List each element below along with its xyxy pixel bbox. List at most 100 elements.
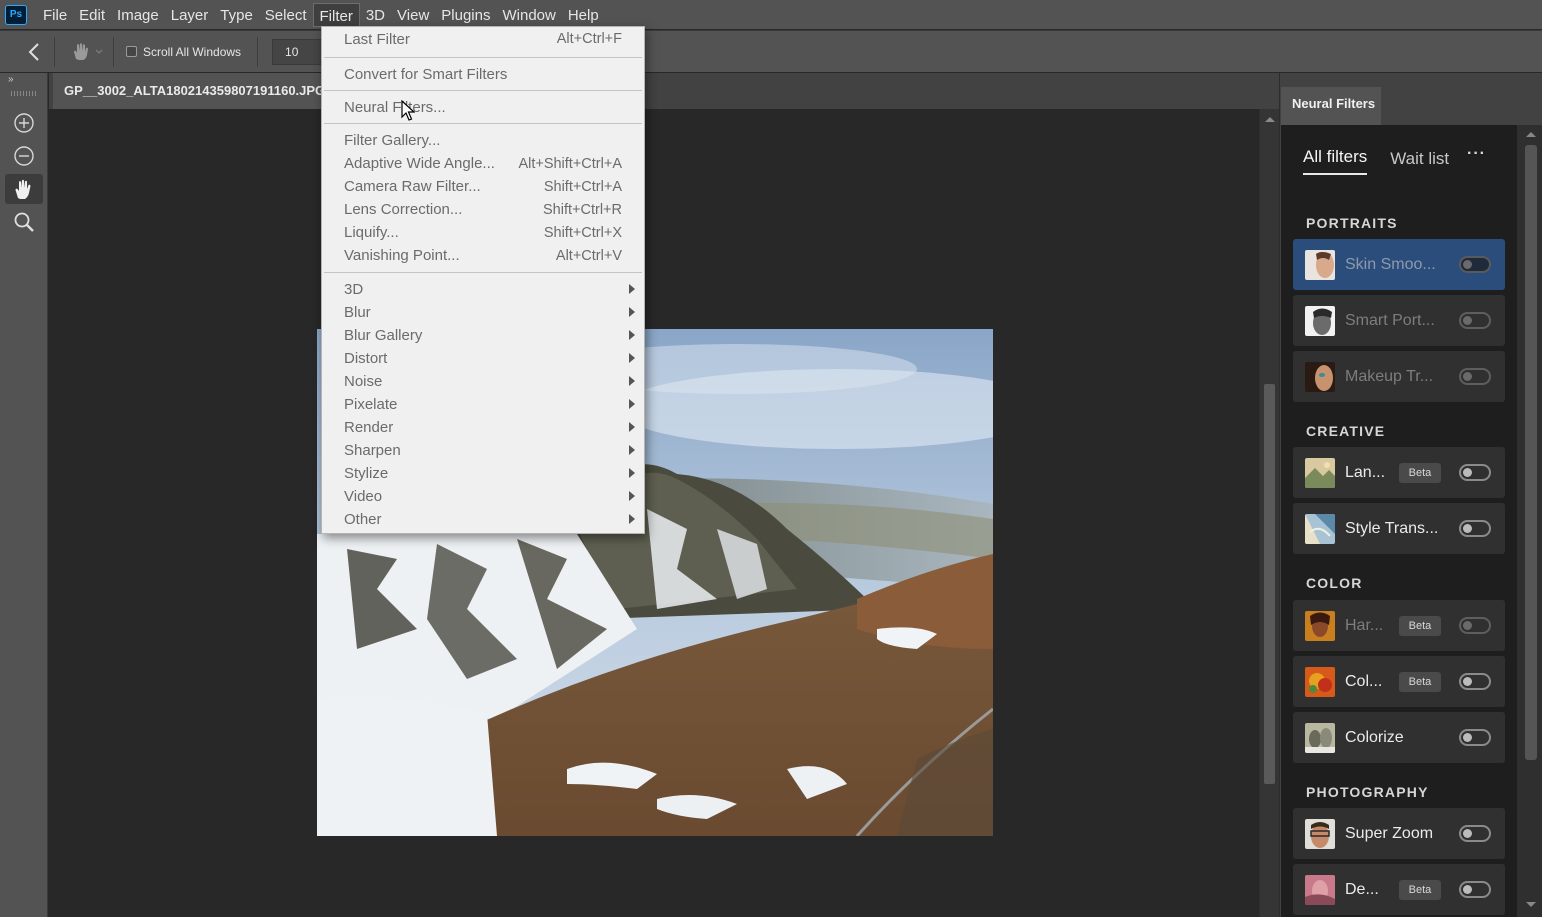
menu-item-shortcut: Alt+Shift+Ctrl+A (518, 155, 622, 172)
filter-toggle[interactable] (1459, 617, 1491, 634)
filter-name: Lan... (1345, 463, 1386, 481)
filter-toggle[interactable] (1459, 256, 1491, 273)
options-bar: Scroll All Windows 10 (0, 30, 1542, 72)
hand-tool-preset-icon[interactable] (63, 32, 113, 72)
menu-plugins[interactable]: Plugins (435, 3, 496, 27)
menu-edit[interactable]: Edit (73, 3, 111, 27)
menu-convert-smart-filters[interactable]: Convert for Smart Filters (322, 63, 644, 85)
scroll-all-windows-option[interactable]: Scroll All Windows (126, 45, 241, 59)
menu-select[interactable]: Select (259, 3, 313, 27)
panel-scrollbar[interactable] (1517, 125, 1542, 917)
filter-harmonization[interactable]: Har... Beta (1293, 600, 1505, 651)
menu-3d[interactable]: 3D (360, 3, 391, 27)
menu-item-label: Stylize (344, 465, 389, 482)
submenu-other[interactable]: Other (322, 508, 644, 531)
filter-toggle[interactable] (1459, 368, 1491, 385)
section-portraits: PORTRAITS (1306, 215, 1398, 231)
submenu-arrow-icon (629, 330, 635, 340)
menu-item-shortcut: Shift+Ctrl+X (543, 224, 622, 241)
submenu-stylize[interactable]: Stylize (322, 462, 644, 485)
menu-item-label: Noise (344, 373, 383, 390)
menu-item-label: Neural Filters... (344, 98, 446, 116)
mouse-cursor-icon (401, 100, 415, 121)
toolbar-grip[interactable] (10, 91, 37, 96)
menu-last-filter[interactable]: Last Filter Alt+Ctrl+F (322, 29, 644, 49)
submenu-pixelate[interactable]: Pixelate (322, 393, 644, 416)
scroll-all-checkbox[interactable] (126, 46, 137, 57)
menu-item-label: 3D (344, 281, 364, 298)
menu-type[interactable]: Type (214, 3, 259, 27)
scroll-up-arrow-icon[interactable] (1265, 117, 1275, 122)
filter-toggle[interactable] (1459, 673, 1491, 690)
menu-item-shortcut: Alt+Ctrl+F (556, 31, 622, 47)
filter-color-transfer[interactable]: Col... Beta (1293, 656, 1505, 707)
filter-super-zoom[interactable]: Super Zoom (1293, 808, 1505, 859)
panel-tab-bar: Neural Filters (1280, 73, 1542, 125)
menu-filter-gallery[interactable]: Filter Gallery... (322, 129, 644, 152)
menu-lens-correction[interactable]: Lens Correction... Shift+Ctrl+R (322, 198, 644, 221)
submenu-arrow-icon (629, 284, 635, 294)
hand-tool-icon[interactable] (5, 174, 43, 204)
menu-file[interactable]: File (37, 3, 73, 27)
menu-neural-filters[interactable]: Neural Filters... (322, 96, 644, 118)
filter-skin-smoothing[interactable]: Skin Smoo... (1293, 239, 1505, 290)
filter-toggle[interactable] (1459, 825, 1491, 842)
tab-all-filters[interactable]: All filters (1303, 147, 1368, 175)
submenu-video[interactable]: Video (322, 485, 644, 508)
menu-camera-raw-filter[interactable]: Camera Raw Filter... Shift+Ctrl+A (322, 175, 644, 198)
submenu-noise[interactable]: Noise (322, 370, 644, 393)
menu-separator (324, 57, 642, 58)
submenu-blur[interactable]: Blur (322, 301, 644, 324)
filter-name: Skin Smoo... (1345, 255, 1436, 273)
filter-toggle[interactable] (1459, 464, 1491, 481)
filter-toggle[interactable] (1459, 312, 1491, 329)
submenu-arrow-icon (629, 468, 635, 478)
toolbar-collapse-icon[interactable]: » (0, 73, 47, 87)
menu-adaptive-wide-angle[interactable]: Adaptive Wide Angle... Alt+Shift+Ctrl+A (322, 152, 644, 175)
filter-smart-portrait[interactable]: Smart Port... (1293, 295, 1505, 346)
submenu-blur-gallery[interactable]: Blur Gallery (322, 324, 644, 347)
zoom-percent-field[interactable]: 10 (272, 38, 323, 65)
submenu-distort[interactable]: Distort (322, 347, 644, 370)
submenu-sharpen[interactable]: Sharpen (322, 439, 644, 462)
landscape-mixer-thumbnail-icon (1305, 457, 1335, 488)
filter-makeup-transfer[interactable]: Makeup Tr... (1293, 351, 1505, 402)
menu-item-label: Filter Gallery... (344, 132, 441, 149)
scrollbar-thumb[interactable] (1264, 384, 1275, 784)
scroll-down-arrow-icon[interactable] (1526, 902, 1536, 907)
zoom-tool-icon[interactable] (5, 207, 43, 237)
filter-depth-blur[interactable]: De... Beta (1293, 864, 1505, 915)
document-tab[interactable]: GP__3002_ALTA180214359807191160.JPG (53, 73, 321, 109)
filter-colorize[interactable]: Colorize (1293, 712, 1505, 763)
menu-window[interactable]: Window (496, 3, 561, 27)
more-options-icon[interactable]: ··· (1467, 145, 1486, 163)
menu-vanishing-point[interactable]: Vanishing Point... Alt+Ctrl+V (322, 244, 644, 267)
menu-filter[interactable]: Filter (312, 2, 360, 27)
depth-blur-thumbnail-icon (1305, 874, 1335, 905)
filter-toggle[interactable] (1459, 881, 1491, 898)
neural-filters-tab[interactable]: Neural Filters (1281, 87, 1381, 125)
scroll-up-arrow-icon[interactable] (1526, 132, 1536, 137)
tools-panel: » (0, 73, 48, 917)
tool-subtract-point-icon[interactable] (5, 141, 43, 171)
tool-add-point-icon[interactable] (5, 108, 43, 138)
menu-item-label: Adaptive Wide Angle... (344, 155, 495, 172)
canvas-vertical-scrollbar[interactable] (1259, 109, 1279, 917)
filter-landscape-mixer[interactable]: Lan... Beta (1293, 447, 1505, 498)
menu-liquify[interactable]: Liquify... Shift+Ctrl+X (322, 221, 644, 244)
section-photography: PHOTOGRAPHY (1306, 784, 1429, 800)
submenu-3d[interactable]: 3D (322, 278, 644, 301)
filter-toggle[interactable] (1459, 520, 1491, 537)
filter-style-transfer[interactable]: Style Trans... (1293, 503, 1505, 554)
menu-view[interactable]: View (391, 3, 435, 27)
submenu-render[interactable]: Render (322, 416, 644, 439)
menu-image[interactable]: Image (111, 3, 165, 27)
menu-layer[interactable]: Layer (165, 3, 215, 27)
scrollbar-thumb[interactable] (1525, 145, 1537, 760)
tab-wait-list[interactable]: Wait list (1390, 149, 1449, 175)
back-chevron-icon[interactable] (14, 32, 54, 72)
filter-toggle[interactable] (1459, 729, 1491, 746)
menu-help[interactable]: Help (562, 3, 605, 27)
beta-badge: Beta (1399, 462, 1441, 483)
filter-name: De... (1345, 880, 1379, 898)
